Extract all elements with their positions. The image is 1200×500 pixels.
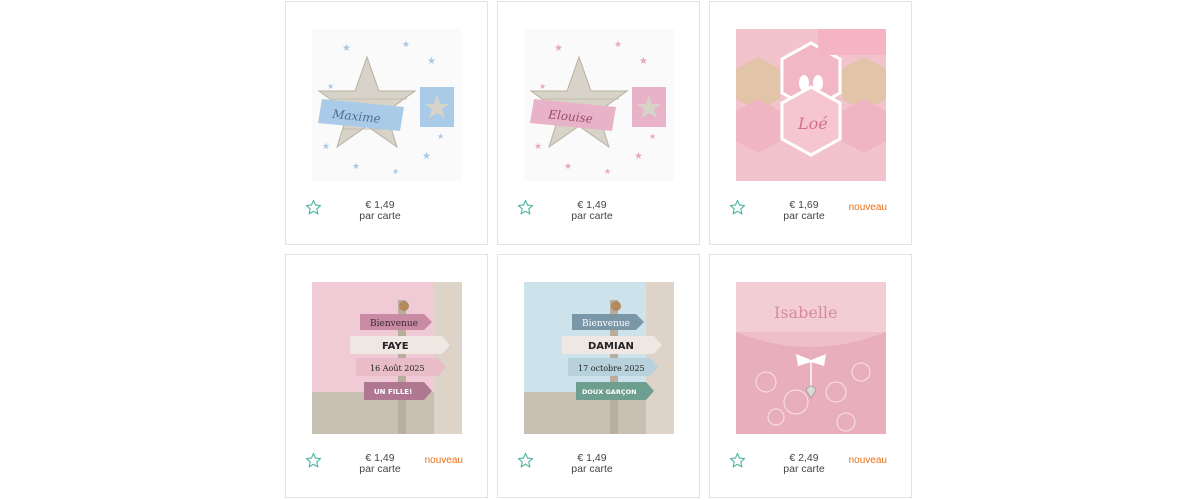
sign-text: 17 octobre 2025 <box>578 364 645 373</box>
price-unit: par carte <box>571 463 613 475</box>
new-badge: nouveau <box>848 202 887 213</box>
svg-text:★: ★ <box>402 39 410 49</box>
product-card[interactable]: Bienvenue FAYE 16 Août 2025 UN FILLE! € … <box>285 254 488 498</box>
favorite-star-icon[interactable] <box>729 199 746 216</box>
product-card[interactable]: Bienvenue DAMIAN 17 octobre 2025 DOUX GA… <box>497 254 700 498</box>
price-unit: par carte <box>571 210 613 222</box>
card-name-text: Loé <box>797 114 828 133</box>
favorite-star-icon[interactable] <box>305 452 322 469</box>
price-unit: par carte <box>783 210 825 222</box>
price-block: € 1,49 par carte <box>344 453 416 475</box>
product-card[interactable]: ★ ★ ★ ★ ★ ★ ★ ★ ★ ★ Maxime <box>285 1 488 245</box>
sign-text: 16 Août 2025 <box>370 364 425 373</box>
product-image[interactable]: Isabelle <box>736 282 886 434</box>
svg-text:★: ★ <box>634 151 643 162</box>
product-card[interactable]: ★ ★ ★ ★ ★ ★ ★ ★ ★ ★ Elouise <box>497 1 700 245</box>
sign-text: FAYE <box>382 341 409 352</box>
svg-text:★: ★ <box>322 141 330 151</box>
price-block: € 1,49 par carte <box>344 200 416 222</box>
product-image[interactable]: ★ ★ ★ ★ ★ ★ ★ ★ ★ ★ Maxime <box>312 29 462 181</box>
svg-text:★: ★ <box>539 82 546 91</box>
product-image[interactable]: Loé <box>736 29 886 181</box>
svg-text:★: ★ <box>352 161 360 171</box>
sign-text: UN FILLE! <box>374 388 412 396</box>
product-image[interactable]: Bienvenue FAYE 16 Août 2025 UN FILLE! <box>312 282 462 434</box>
price-block: € 2,49 par carte <box>768 453 840 475</box>
price-unit: par carte <box>783 463 825 475</box>
svg-text:★: ★ <box>427 56 436 67</box>
price-block: € 1,49 par carte <box>556 200 628 222</box>
price-block: € 1,49 par carte <box>556 453 628 475</box>
sign-text: Bienvenue <box>582 319 630 329</box>
new-badge: nouveau <box>424 455 463 466</box>
sign-text: DOUX GARÇON <box>582 388 637 396</box>
price-unit: par carte <box>359 463 401 475</box>
favorite-star-icon[interactable] <box>729 452 746 469</box>
svg-text:★: ★ <box>554 43 563 54</box>
product-image[interactable]: ★ ★ ★ ★ ★ ★ ★ ★ ★ ★ Elouise <box>524 29 674 181</box>
product-card[interactable]: Isabelle € 2,49 par carte nouveau <box>709 254 912 498</box>
svg-text:★: ★ <box>564 161 572 171</box>
svg-text:★: ★ <box>649 132 656 141</box>
svg-text:★: ★ <box>604 167 611 176</box>
product-image[interactable]: Bienvenue DAMIAN 17 octobre 2025 DOUX GA… <box>524 282 674 434</box>
svg-text:★: ★ <box>639 56 648 67</box>
product-card[interactable]: Loé € 1,69 par carte nouveau <box>709 1 912 245</box>
favorite-star-icon[interactable] <box>305 199 322 216</box>
svg-text:★: ★ <box>534 141 542 151</box>
favorite-star-icon[interactable] <box>517 452 534 469</box>
new-badge: nouveau <box>848 455 887 466</box>
favorite-star-icon[interactable] <box>517 199 534 216</box>
price-unit: par carte <box>359 210 401 222</box>
svg-text:★: ★ <box>437 132 444 141</box>
price-block: € 1,69 par carte <box>768 200 840 222</box>
product-grid: ★ ★ ★ ★ ★ ★ ★ ★ ★ ★ Maxime <box>285 1 912 498</box>
svg-text:★: ★ <box>342 43 351 54</box>
svg-text:★: ★ <box>327 82 334 91</box>
sign-text: Bienvenue <box>370 319 418 329</box>
svg-text:★: ★ <box>422 151 431 162</box>
sign-text: DAMIAN <box>588 341 634 352</box>
card-name-text: Isabelle <box>774 303 837 322</box>
svg-text:★: ★ <box>392 167 399 176</box>
svg-text:★: ★ <box>614 39 622 49</box>
